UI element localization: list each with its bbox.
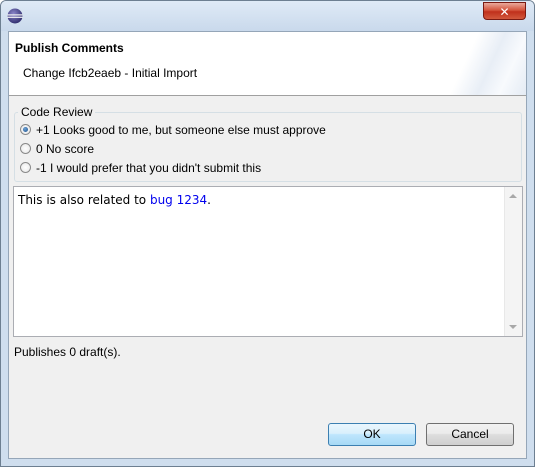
title-bar[interactable]: ✕ xyxy=(1,1,534,31)
radio-button-checked[interactable] xyxy=(20,124,31,135)
radio-label: -1 I would prefer that you didn't submit… xyxy=(36,161,262,175)
comment-text-before: This is also related to xyxy=(18,193,150,207)
vertical-scrollbar[interactable] xyxy=(504,187,522,336)
scroll-down-arrow-icon[interactable] xyxy=(509,325,517,329)
cancel-button[interactable]: Cancel xyxy=(426,423,514,446)
radio-button[interactable] xyxy=(20,162,31,173)
header-banner-image xyxy=(446,32,526,95)
dialog-title: Publish Comments xyxy=(15,41,124,55)
radio-label: 0 No score xyxy=(36,142,95,156)
dialog-client: Publish Comments Change Ifcb2eaeb - Init… xyxy=(8,31,527,459)
dialog-header: Publish Comments Change Ifcb2eaeb - Init… xyxy=(9,32,526,96)
status-label: Publishes 0 draft(s). xyxy=(14,345,121,359)
code-review-group-label: Code Review xyxy=(18,105,96,119)
eclipse-icon xyxy=(7,8,23,24)
ok-button[interactable]: OK xyxy=(328,423,416,446)
comment-textarea[interactable]: This is also related to bug 1234. xyxy=(13,186,523,337)
bug-link[interactable]: bug 1234 xyxy=(150,193,207,207)
scroll-up-arrow-icon[interactable] xyxy=(509,194,517,198)
comment-text-after: . xyxy=(207,193,211,207)
comment-text: This is also related to bug 1234. xyxy=(18,193,211,207)
radio-label: +1 Looks good to me, but someone else mu… xyxy=(36,123,326,137)
dialog-window: ✕ Publish Comments Change Ifcb2eaeb - In… xyxy=(0,0,535,467)
radio-button[interactable] xyxy=(20,143,31,154)
dialog-message: Change Ifcb2eaeb - Initial Import xyxy=(23,66,198,80)
close-button[interactable]: ✕ xyxy=(483,2,526,20)
